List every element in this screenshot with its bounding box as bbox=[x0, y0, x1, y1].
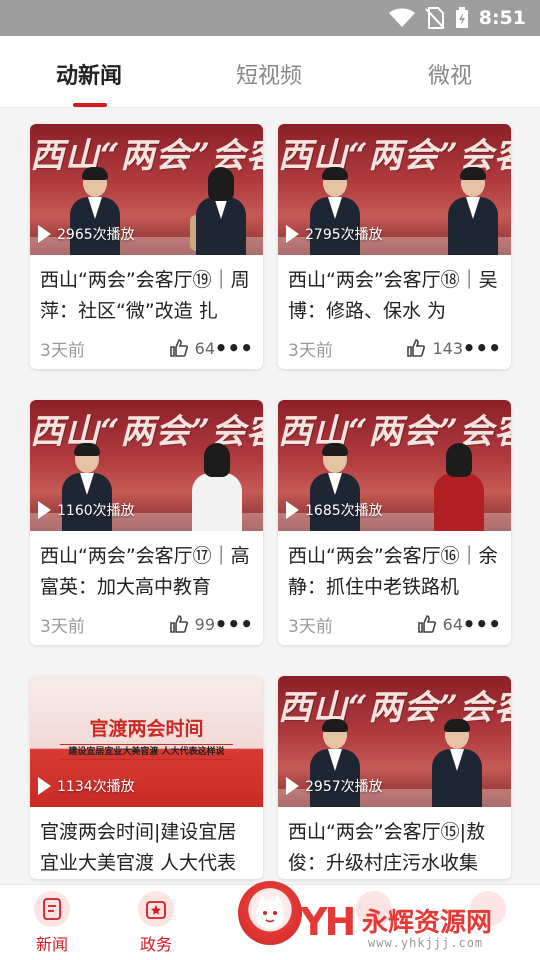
active-tab-indicator bbox=[73, 103, 107, 107]
play-count-text: 2795次播放 bbox=[305, 227, 383, 243]
video-card[interactable]: 西山“两会”会客厅 2957次播放 西山“两会”会客厅⑮|敖俊：升级村庄污水收集 bbox=[278, 676, 511, 879]
video-card[interactable]: 西山“两会”会客厅 2965次播放 西山“两会”会客厅⑲｜周萍：社区“微”改造 … bbox=[30, 124, 263, 369]
nav-item-gov[interactable]: 政务 bbox=[126, 891, 186, 955]
play-icon bbox=[286, 501, 299, 519]
card-title[interactable]: 西山“两会”会客厅⑮|敖俊：升级村庄污水收集 bbox=[278, 807, 511, 879]
video-feed[interactable]: 西山“两会”会客厅 2965次播放 西山“两会”会客厅⑲｜周萍：社区“微”改造 … bbox=[0, 108, 540, 884]
card-title[interactable]: 西山“两会”会客厅⑲｜周萍：社区“微”改造 扎 bbox=[30, 255, 263, 327]
like-count: 64 bbox=[194, 338, 215, 358]
thumbnail-banner-title: 官渡两会时间 bbox=[89, 718, 204, 740]
play-icon bbox=[38, 225, 51, 243]
play-count-text: 1134次播放 bbox=[57, 779, 135, 795]
thumbnail-guest bbox=[190, 443, 244, 531]
play-count-text: 2965次播放 bbox=[57, 227, 135, 243]
status-time: 8:51 bbox=[478, 7, 526, 29]
more-options-icon[interactable]: ••• bbox=[463, 614, 501, 634]
thumbs-up-icon bbox=[169, 339, 188, 357]
more-options-icon[interactable]: ••• bbox=[215, 338, 253, 358]
video-card[interactable]: 西山“两会”会客厅 2795次播放 西山“两会”会客厅⑱｜吴博：修路、保水 为 … bbox=[278, 124, 511, 369]
like-count: 143 bbox=[432, 338, 463, 358]
card-title[interactable]: 西山“两会”会客厅⑰｜高富英：加大高中教育 bbox=[30, 531, 263, 603]
thumbs-up-icon bbox=[407, 339, 426, 357]
video-thumbnail[interactable]: 西山“两会”会客厅 2795次播放 bbox=[278, 124, 511, 255]
like-button[interactable]: 143 bbox=[406, 338, 463, 358]
like-count: 64 bbox=[442, 614, 463, 634]
top-tab-bar: 动新闻 短视频 微视 bbox=[0, 36, 540, 108]
video-card[interactable]: 西山“两会”会客厅 1160次播放 西山“两会”会客厅⑰｜高富英：加大高中教育 … bbox=[30, 400, 263, 645]
no-sim-icon bbox=[425, 7, 445, 29]
tab-short-video[interactable]: 短视频 bbox=[236, 58, 302, 90]
play-count-text: 2957次播放 bbox=[305, 779, 383, 795]
tab-dong-news[interactable]: 动新闻 bbox=[56, 58, 122, 90]
thumbnail-banner-subtitle: 建设宜居宜业大美官渡 人大代表这样说 bbox=[60, 744, 233, 760]
nav-label-gov: 政务 bbox=[139, 935, 172, 954]
card-meta: 3天前 64 ••• bbox=[278, 603, 511, 645]
video-thumbnail[interactable]: 西山“两会”会客厅 2965次播放 bbox=[30, 124, 263, 255]
card-title[interactable]: 西山“两会”会客厅⑯｜余静：抓住中老铁路机 bbox=[278, 531, 511, 603]
watermark-text: 永辉资源网 bbox=[362, 908, 493, 938]
news-icon bbox=[34, 891, 70, 927]
play-count: 2965次播放 bbox=[38, 221, 135, 247]
play-count: 2957次播放 bbox=[286, 773, 383, 799]
card-title[interactable]: 西山“两会”会客厅⑱｜吴博：修路、保水 为 bbox=[278, 255, 511, 327]
card-meta: 3天前 99 ••• bbox=[30, 603, 263, 645]
video-thumbnail[interactable]: 官渡两会时间 建设宜居宜业大美官渡 人大代表这样说 1134次播放 bbox=[30, 676, 263, 807]
thumbnail-guest bbox=[194, 167, 248, 255]
watermark-url: www.yhkjjj.com bbox=[368, 936, 484, 950]
video-card[interactable]: 官渡两会时间 建设宜居宜业大美官渡 人大代表这样说 1134次播放 官渡两会时间… bbox=[30, 676, 263, 879]
card-title[interactable]: 官渡两会时间|建设宜居宜业大美官渡 人大代表 bbox=[30, 807, 263, 879]
nav-item-news[interactable]: 新闻 bbox=[22, 891, 82, 955]
video-card[interactable]: 西山“两会”会客厅 1685次播放 西山“两会”会客厅⑯｜余静：抓住中老铁路机 … bbox=[278, 400, 511, 645]
play-icon bbox=[38, 777, 51, 795]
card-meta: 3天前 64 ••• bbox=[30, 327, 263, 369]
play-count-text: 1685次播放 bbox=[305, 503, 383, 519]
play-count: 1685次播放 bbox=[286, 497, 383, 523]
like-count: 99 bbox=[194, 614, 215, 634]
video-thumbnail[interactable]: 西山“两会”会客厅 1160次播放 bbox=[30, 400, 263, 531]
play-count: 1160次播放 bbox=[38, 497, 135, 523]
play-count-text: 1160次播放 bbox=[57, 503, 135, 519]
play-icon bbox=[38, 501, 51, 519]
thumbs-up-icon bbox=[417, 615, 436, 633]
watermark-logo: YH bbox=[300, 900, 356, 944]
like-button[interactable]: 64 bbox=[169, 338, 215, 358]
play-count: 2795次播放 bbox=[286, 221, 383, 247]
post-age: 3天前 bbox=[288, 340, 333, 361]
watermark: YH 永辉资源网 www.yhkjjj.com bbox=[300, 896, 532, 960]
battery-charging-icon bbox=[455, 7, 468, 28]
play-count: 1134次播放 bbox=[38, 773, 135, 799]
play-icon bbox=[286, 225, 299, 243]
like-button[interactable]: 64 bbox=[417, 614, 463, 634]
play-icon bbox=[286, 777, 299, 795]
post-age: 3天前 bbox=[40, 616, 85, 637]
post-age: 3天前 bbox=[40, 340, 85, 361]
thumbnail-guest bbox=[432, 443, 486, 531]
nav-label-news: 新闻 bbox=[35, 935, 68, 954]
tab-micro-video[interactable]: 微视 bbox=[428, 58, 472, 90]
status-bar: 8:51 bbox=[0, 0, 540, 36]
mascot-icon bbox=[256, 895, 284, 929]
video-thumbnail[interactable]: 西山“两会”会客厅 1685次播放 bbox=[278, 400, 511, 531]
video-thumbnail[interactable]: 西山“两会”会客厅 2957次播放 bbox=[278, 676, 511, 807]
wifi-icon bbox=[388, 8, 415, 27]
thumbnail-guest bbox=[430, 719, 484, 807]
thumbs-up-icon bbox=[169, 615, 188, 633]
more-options-icon[interactable]: ••• bbox=[463, 338, 501, 358]
more-options-icon[interactable]: ••• bbox=[215, 614, 253, 634]
thumbnail-guest bbox=[446, 167, 500, 255]
center-mascot-button[interactable] bbox=[238, 881, 302, 945]
like-button[interactable]: 99 bbox=[169, 614, 215, 634]
post-age: 3天前 bbox=[288, 616, 333, 637]
card-meta: 3天前 143 ••• bbox=[278, 327, 511, 369]
gov-icon bbox=[138, 891, 174, 927]
